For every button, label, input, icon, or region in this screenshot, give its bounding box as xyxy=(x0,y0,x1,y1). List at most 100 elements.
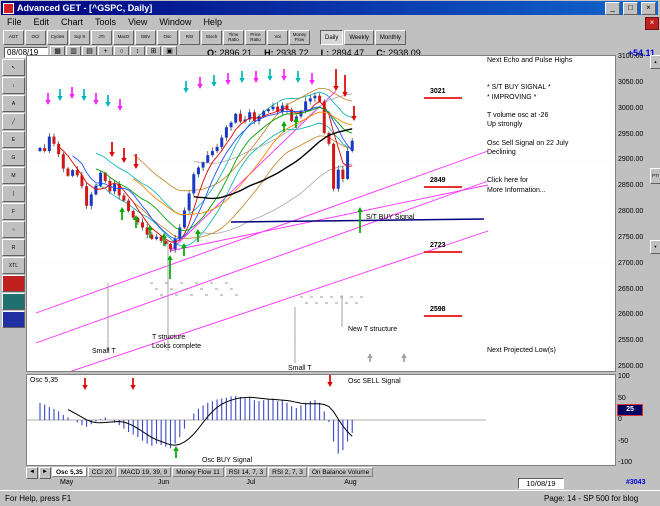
annotation-t-structure: T structure xyxy=(152,334,186,341)
regression-tool-icon[interactable]: R xyxy=(2,239,25,256)
x-axis: 10/08/19 #3043 May Jun Jul Aug xyxy=(26,478,660,490)
menu-file[interactable]: File xyxy=(1,16,28,29)
toolbar-button-sqr-9[interactable]: Sqr 9 xyxy=(69,30,90,45)
toolbar-button-agt[interactable]: AGT xyxy=(3,30,24,45)
toolbar-button-price-ratio[interactable]: Price Ratio xyxy=(245,30,266,45)
menu-view[interactable]: View xyxy=(122,16,153,29)
tab-on-balance-volume[interactable]: On Balance Volume xyxy=(307,467,374,477)
window-title: Advanced GET - [^GSPC, Daily] xyxy=(17,3,153,13)
text-tool-icon[interactable]: A xyxy=(2,95,25,112)
annotation-up-strongly: Up strongly xyxy=(487,121,523,128)
annotation-more-info-link[interactable]: More Information... xyxy=(487,187,546,194)
toolbar-button-jti[interactable]: JTI xyxy=(91,30,112,45)
ellipse-tool-icon[interactable]: ○ xyxy=(2,221,25,238)
blue-swatch[interactable] xyxy=(2,311,25,328)
price-axis-tick: 2950.00 xyxy=(618,130,644,138)
price-axis-tick: 3000.00 xyxy=(618,104,644,112)
teal-swatch[interactable] xyxy=(2,293,25,310)
menu-help[interactable]: Help xyxy=(197,16,228,29)
scroll-down-button[interactable]: ▼ xyxy=(650,240,660,254)
toolbar-button-cycles[interactable]: Cycles xyxy=(47,30,68,45)
toolbar-button-time-ratio[interactable]: Time Ratio xyxy=(223,30,244,45)
osc-axis-tick: 50 xyxy=(618,394,626,402)
osc-axis-tick: 0 xyxy=(618,416,622,423)
scroll-up-button[interactable]: ▲ xyxy=(650,55,660,69)
period-button-monthly[interactable]: Monthly xyxy=(374,30,406,45)
annotation-next-low: Next Projected Low(s) xyxy=(487,347,556,354)
tab-cci-20[interactable]: CCI 20 xyxy=(87,467,116,477)
annotation-declining: Declining xyxy=(487,149,516,156)
oscillator-canvas[interactable] xyxy=(26,374,616,466)
price-chart-canvas[interactable] xyxy=(26,55,616,372)
red-swatch[interactable] xyxy=(2,275,25,292)
annotation-click-here-link[interactable]: Click here for xyxy=(487,177,528,184)
auto-scroll-tool-icon[interactable]: ↕ xyxy=(2,77,25,94)
annotation-osc-sell-signal: Osc SELL Signal xyxy=(348,378,401,385)
price-level-label: 3021 xyxy=(430,87,446,95)
toolbar-button-oci[interactable]: OCI xyxy=(25,30,46,45)
annotation-small-t-2: Small T xyxy=(288,365,312,372)
menu-window[interactable]: Window xyxy=(153,16,197,29)
price-axis-tick: 2750.00 xyxy=(618,233,644,241)
toolbar-button-stoch[interactable]: Stoch xyxy=(201,30,222,45)
osc-axis-tick: -50 xyxy=(618,437,629,445)
annotation-next-echo: Next Echo and Pulse Highs xyxy=(487,57,573,64)
trendline-tool-icon[interactable]: ╱ xyxy=(2,113,25,130)
tab-osc-5-35[interactable]: Osc 5,35 xyxy=(52,467,87,477)
toolbar-button-obv[interactable]: OBV xyxy=(135,30,156,45)
annotation-st-buy: S/T BUY Signal xyxy=(366,214,415,221)
cursor-date-box: 10/08/19 xyxy=(518,478,564,489)
tab-money-flow-11[interactable]: Money Flow 11 xyxy=(172,467,224,477)
app-icon xyxy=(3,2,14,14)
status-page-text: Page: 14 - SP 500 for blog xyxy=(544,494,639,503)
drawing-toolbar: ↖ ↕ A ╱ E G M(F ○ R XTL xyxy=(1,58,26,488)
main-toolbar: AGT OCI Cycles Sqr 9 JTI MacD OBV Osc RSI Stoch Ti… xyxy=(1,29,658,46)
toolbar-button-osc[interactable]: Osc xyxy=(157,30,178,45)
menu-bar: File Edit Chart Tools View Window Help xyxy=(1,16,641,29)
toolbar-button-macd[interactable]: MacD xyxy=(113,30,134,45)
price-level-label: 2723 xyxy=(430,241,446,249)
osc-axis-tick: -100 xyxy=(618,459,633,466)
menu-edit[interactable]: Edit xyxy=(28,16,56,29)
price-axis-tick: 2650.00 xyxy=(618,285,644,293)
app-window: { "window": { "title": "Advanced GET - [… xyxy=(0,0,660,506)
annotation-looks-complete: Looks complete xyxy=(152,343,202,350)
mob-tool-icon[interactable]: M xyxy=(2,167,25,184)
xtl-tool-icon[interactable]: XTL xyxy=(2,257,25,274)
title-bar: Advanced GET - [^GSPC, Daily] _ □ × xyxy=(1,1,658,15)
x-axis-month-jul: Jul xyxy=(246,479,256,486)
annotation-new-t: New T structure xyxy=(348,326,398,333)
menu-chart[interactable]: Chart xyxy=(55,16,89,29)
annotation-buy-signal: * S/T BUY SIGNAL * xyxy=(487,84,551,91)
period-button-weekly[interactable]: Weekly xyxy=(344,30,374,45)
pti-button[interactable]: PTI xyxy=(650,168,660,184)
fibonacci-tool-icon[interactable]: F xyxy=(2,203,25,220)
gann-tool-icon[interactable]: G xyxy=(2,149,25,166)
toolbar-button-vol[interactable]: Vol xyxy=(267,30,288,45)
toolbar-button-money-flow[interactable]: Money Flow xyxy=(289,30,310,45)
bar-count-label: #3043 xyxy=(626,479,646,486)
close-button[interactable]: × xyxy=(641,1,656,15)
menu-tools[interactable]: Tools xyxy=(89,16,122,29)
price-axis-tick: 2500.00 xyxy=(618,363,644,370)
toolbar-button-rsi[interactable]: RSI xyxy=(179,30,200,45)
tab-macd-19-39-9[interactable]: MACD 19, 39, 9 xyxy=(116,467,172,477)
price-axis-tick: 3050.00 xyxy=(618,78,644,86)
tab-rsi-14-7-3[interactable]: RSI 14, 7, 3 xyxy=(224,467,268,477)
time-arc-tool-icon[interactable]: ( xyxy=(2,185,25,202)
price-axis-tick: 2850.00 xyxy=(618,182,644,190)
osc-axis-tick: 100 xyxy=(618,373,630,380)
period-button-daily[interactable]: Daily xyxy=(320,30,344,45)
x-axis-month-aug: Aug xyxy=(344,479,357,486)
price-axis-tick: 2900.00 xyxy=(618,156,644,164)
tab-rsi-2-7-3[interactable]: RSI 2, 7, 3 xyxy=(268,467,307,477)
elliott-wave-tool-icon[interactable]: E xyxy=(2,131,25,148)
minimize-button[interactable]: _ xyxy=(605,1,620,15)
price-level-label: 2598 xyxy=(430,306,446,314)
price-axis-tick: 2600.00 xyxy=(618,311,644,319)
pointer-tool-icon[interactable]: ↖ xyxy=(2,59,25,76)
annotation-osc-sell: Osc Sell Signal on 22 July xyxy=(487,140,569,147)
price-level-marker xyxy=(424,96,462,99)
right-toolbar: ▲ PTI ▼ xyxy=(650,55,660,469)
maximize-button[interactable]: □ xyxy=(623,1,638,15)
